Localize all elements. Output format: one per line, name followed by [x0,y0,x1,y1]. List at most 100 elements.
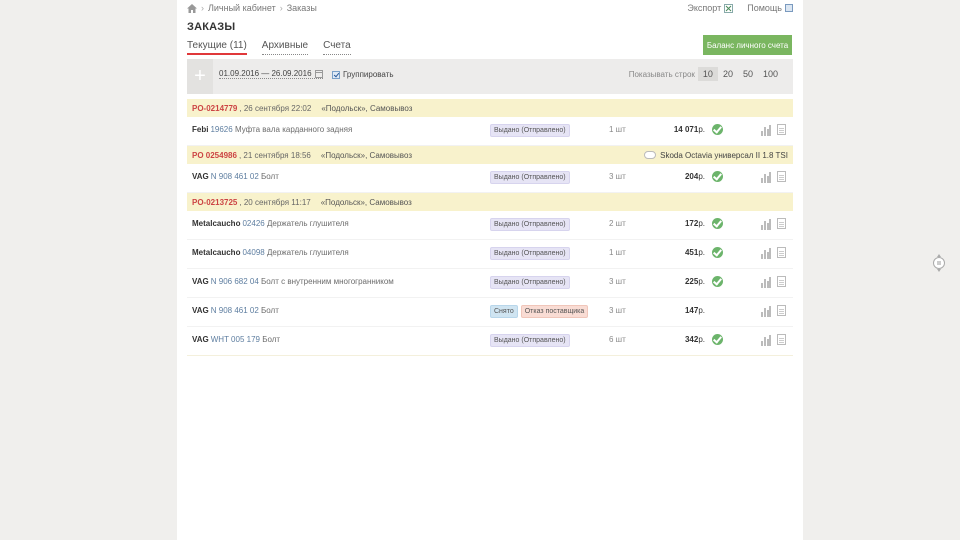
item-description[interactable]: N 906 682 04 Болт с внутренним многогран… [211,277,394,286]
status-badge: Выдано (Отправлено) [490,124,570,137]
table-row: VAG N 906 682 04 Болт с внутренним многог… [187,269,793,298]
item-brand: Metalcaucho 02426 Держатель глушителя [192,219,349,228]
brand-name: Febi [192,125,209,134]
bar-chart-icon[interactable] [761,248,771,259]
check-circle-icon [712,218,723,229]
order-store: «Подольск», Самовывоз [320,197,412,207]
order-store: «Подольск», Самовывоз [321,103,413,113]
document-icon[interactable] [777,334,786,345]
breadcrumb-personal-account[interactable]: Личный кабинет [208,3,276,13]
item-description[interactable]: 02426 Держатель глушителя [242,219,348,228]
bar-chart-icon[interactable] [761,277,771,288]
status-badge: Выдано (Отправлено) [490,334,570,347]
export-label: Экспорт [687,3,722,13]
tab-invoices[interactable]: Счета [323,40,351,55]
filter-bar: + 01.09.2016 — 26.09.2016 Группировать П… [187,59,793,94]
bar-chart-icon[interactable] [761,335,771,346]
top-bar: › Личный кабинет › Заказы Экспорт Помощь [187,3,793,17]
rows-option-50[interactable]: 50 [738,67,758,81]
price-value: 147 [684,306,699,315]
document-icon[interactable] [777,171,786,182]
document-icon[interactable] [777,218,786,229]
item-description[interactable]: 19626 Муфта вала карданного задняя [210,125,352,134]
brand-name: Metalcaucho [192,248,241,257]
rows-option-10[interactable]: 10 [697,67,718,81]
bar-chart-icon[interactable] [761,219,771,230]
scroll-widget-icon[interactable] [932,253,946,273]
item-quantity: 3 шт [609,172,626,181]
table-row: VAG WHT 005 179 Болт Выдано (Отправлено) 6 … [187,327,793,356]
status-badges: Снято Отказ поставщика [490,305,589,318]
item-price: 342р. [685,335,705,344]
table-row: Febi 19626 Муфта вала карданного задняя Вы… [187,117,793,146]
order-car: Skoda Octavia универсал II 1.8 TSI [644,151,788,160]
check-circle-icon [712,276,723,287]
item-price: 147р. [685,306,705,315]
item-name: Муфта вала карданного задняя [234,125,353,134]
check-circle-icon [712,171,723,182]
item-code: 04098 [242,248,265,257]
item-quantity: 6 шт [609,335,626,344]
group-checkbox[interactable]: Группировать [332,70,394,79]
price-currency: р. [698,125,705,134]
excel-icon [724,3,734,13]
item-description[interactable]: 04098 Держатель глушителя [242,248,348,257]
item-description[interactable]: N 908 461 02 Болт [211,172,279,181]
price-currency: р. [698,306,705,315]
rows-option-20[interactable]: 20 [718,67,738,81]
table-row: Metalcaucho 02426 Держатель глушителя Выда… [187,211,793,240]
balance-button[interactable]: Баланс личного счета [703,35,792,55]
document-icon[interactable] [777,305,786,316]
order-number[interactable]: PO-0214779 [192,104,237,113]
checkbox-checked-icon[interactable] [332,70,340,79]
order-tabs: Текущие (11) Архивные Счета [187,40,351,55]
item-description[interactable]: WHT 005 179 Болт [211,335,280,344]
item-brand: VAG N 908 461 02 Болт [192,172,279,181]
rows-option-100[interactable]: 100 [758,67,783,81]
price-currency: р. [698,335,705,344]
item-code: N 908 461 02 [210,172,259,181]
tab-archive[interactable]: Архивные [261,40,309,55]
price-value: 172 [684,219,699,228]
item-name: Болт [261,172,279,181]
document-icon[interactable] [777,276,786,287]
tab-current[interactable]: Текущие (11) [187,40,247,55]
status-badges: Выдано (Отправлено) [490,247,570,260]
date-range-picker[interactable]: 01.09.2016 — 26.09.2016 [219,69,323,79]
status-badge: Отказ поставщика [520,305,589,318]
table-row: VAG N 908 461 02 Болт Снято Отказ поставщик… [187,298,793,327]
add-button[interactable]: + [187,59,213,94]
item-quantity: 1 шт [609,125,626,134]
home-icon[interactable] [187,3,197,13]
group-label: Группировать [343,70,394,79]
status-badge: Выдано (Отправлено) [490,171,570,184]
item-name: Болт [261,306,279,315]
top-links: Экспорт Помощь [687,3,793,13]
order-number[interactable]: PO-0213725 [192,198,237,207]
breadcrumb-separator: › [201,3,204,13]
price-value: 451 [684,248,699,257]
breadcrumb-orders[interactable]: Заказы [287,3,317,13]
order-date: , 20 сентября 11:17 [239,197,311,207]
item-name: Болт [262,335,281,344]
document-icon[interactable] [777,247,786,258]
export-link[interactable]: Экспорт [687,3,734,13]
status-badge: Выдано (Отправлено) [490,276,570,289]
orders-page: › Личный кабинет › Заказы Экспорт Помощь… [177,0,803,540]
car-icon [644,151,657,159]
bar-chart-icon[interactable] [761,125,771,136]
orders-table: PO-0214779, 26 сентября 22:02 «Подольск»,… [187,99,793,356]
bar-chart-icon[interactable] [761,172,771,183]
help-link[interactable]: Помощь [747,3,793,13]
item-name: Держатель глушителя [266,219,349,228]
item-description[interactable]: N 908 461 02 Болт [211,306,279,315]
bar-chart-icon[interactable] [761,306,771,317]
price-value: 14 071 [673,125,699,134]
document-icon[interactable] [777,124,786,135]
status-badges: Выдано (Отправлено) [490,276,570,289]
rows-per-page: Показывать строк 10 20 50 100 [629,67,783,81]
order-store: «Подольск», Самовывоз [320,150,412,160]
order-number[interactable]: PO 0254986 [192,151,237,160]
status-badges: Выдано (Отправлено) [490,124,570,137]
item-quantity: 3 шт [609,277,626,286]
